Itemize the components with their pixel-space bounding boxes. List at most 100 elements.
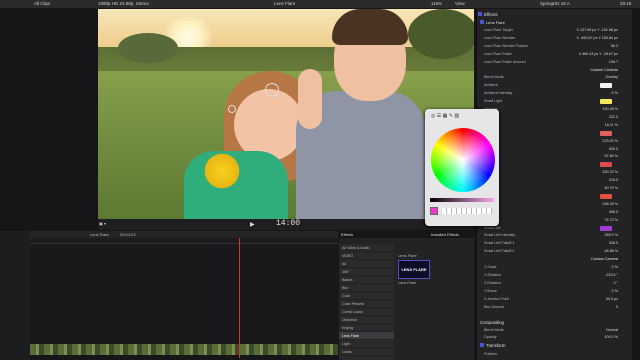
timeline-clip[interactable] [30, 344, 338, 355]
parameter-row[interactable]: Falloff 1216.0 [480, 177, 630, 184]
parameter-value[interactable]: Custom Controls [591, 68, 618, 72]
parameter-value[interactable]: 0 [616, 305, 618, 309]
parameter-row[interactable]: Falloff 216.11 % [480, 122, 630, 129]
playhead[interactable] [239, 238, 240, 358]
parameter-row[interactable]: Y.Shear 0 % [480, 288, 630, 295]
parameter-row[interactable]: Small Left Intensity 289.0 % [480, 232, 630, 239]
parameter-value[interactable]: X -490.67 px Y 183.84 px [577, 36, 618, 40]
parameter-value[interactable]: 300.22 % [602, 170, 618, 174]
parameter-value[interactable]: Overlay [605, 75, 618, 79]
effect-thumbnail[interactable]: LENS FLARE [398, 260, 430, 279]
category-item[interactable]: Looks [339, 348, 394, 356]
parameter-value[interactable]: 56.3 [611, 44, 618, 48]
category-item[interactable]: Keying [339, 324, 394, 332]
category-item[interactable]: 360° [339, 268, 394, 276]
parameter-row[interactable]: Custom Camera [480, 256, 630, 263]
timeline-tracks[interactable] [30, 244, 338, 344]
current-color-swatch[interactable] [430, 207, 438, 215]
installed-effects-menu[interactable]: Installed Effects [431, 232, 459, 237]
parameter-value[interactable]: 496.0 [609, 210, 618, 214]
parameter-row[interactable]: Blur Amount 0 [480, 304, 630, 311]
parameter-row[interactable]: X.Rotation -133.0 ° [480, 272, 630, 279]
parameter-row[interactable]: Small Left Falloff 2 48.88 % [480, 248, 630, 255]
parameter-value[interactable]: 0 % [612, 91, 618, 95]
parameter-value[interactable]: 0 ° [613, 281, 618, 285]
parameter-row[interactable]: Falloff 257.89 % [480, 153, 630, 160]
parameter-row[interactable]: Lens Flare Target X 137.08 px Y -151.58 p… [480, 27, 630, 34]
parameter-row[interactable]: Lens Flare Fader X 460.43 px Y -28.67 px [480, 51, 630, 58]
parameter-row[interactable]: Falloff 260.79 % [480, 185, 630, 192]
parameter-value[interactable]: 630.0 [609, 147, 618, 151]
compositing-section[interactable]: Compositing [480, 320, 504, 325]
category-item-selected[interactable]: Lens Flare [339, 332, 394, 340]
parameter-row[interactable]: Z.Rotation 0 ° [480, 280, 630, 287]
parameter-value[interactable]: 57.89 % [604, 154, 618, 158]
parameter-value[interactable]: 328.0 [609, 241, 618, 245]
parameter-value[interactable]: 223.03 % [602, 139, 618, 143]
parameter-row[interactable]: Small Left Falloff 1 328.0 [480, 240, 630, 247]
parameter-value[interactable]: X 137.08 px Y -151.58 px [577, 28, 618, 32]
parameter-row[interactable]: Falloff221.0 [480, 114, 630, 121]
parameter-value[interactable]: X 460.43 px Y -28.67 px [579, 52, 618, 56]
category-item[interactable]: Color Presets [339, 300, 394, 308]
video-viewer[interactable] [98, 9, 474, 219]
image-icon[interactable]: ▨ [454, 113, 459, 119]
color-swatch[interactable] [600, 225, 612, 231]
category-item[interactable]: Light [339, 340, 394, 348]
blend-mode-row[interactable]: Blend Mode Normal [480, 327, 630, 334]
view-menu[interactable]: View [455, 1, 465, 6]
parameter-row[interactable]: Small Left [480, 225, 630, 232]
parameter-row[interactable]: Falloff 274.72 % [480, 217, 630, 224]
pencils-icon[interactable]: ✎ [449, 113, 453, 119]
color-swatch[interactable] [600, 162, 612, 168]
parameter-row[interactable]: X.Anchor Point 50.0 px [480, 296, 630, 303]
parameter-value[interactable]: 100.28 % [602, 107, 618, 111]
parameter-row[interactable]: Custom Controls [480, 67, 630, 74]
opacity-value[interactable]: 100.0 % [604, 335, 618, 339]
play-icon[interactable]: ▶ [250, 221, 255, 228]
color-swatch[interactable] [600, 193, 612, 199]
category-item[interactable]: VIDEO [339, 252, 394, 260]
parameter-row[interactable]: Small Light [480, 98, 630, 105]
parameter-row[interactable]: Intensity246.28 % [480, 201, 630, 208]
saved-swatches[interactable] [442, 208, 492, 214]
parameter-row[interactable]: Intensity100.28 % [480, 106, 630, 113]
color-wheel[interactable] [431, 128, 495, 192]
parameter-row[interactable]: Intensity300.22 % [480, 169, 630, 176]
parameter-value[interactable]: Custom Camera [591, 257, 618, 261]
parameter-row[interactable]: Falloff 1496.0 [480, 209, 630, 216]
category-item[interactable]: All Video & Audio [339, 244, 394, 252]
position-row[interactable]: Position [480, 351, 630, 358]
parameter-row[interactable]: Intensity223.03 % [480, 138, 630, 145]
parameter-value[interactable]: 16.11 % [605, 123, 618, 127]
effect-enable-icon[interactable] [480, 20, 484, 24]
parameter-value[interactable]: 106.7 [609, 60, 618, 64]
color-swatch[interactable] [600, 130, 612, 136]
parameter-value[interactable]: 221.0 [609, 115, 618, 119]
category-item[interactable]: Distortion [339, 316, 394, 324]
opacity-row[interactable]: Opacity 100.0 % [480, 334, 630, 341]
parameter-value[interactable]: 48.88 % [604, 249, 618, 253]
parameter-row[interactable]: Lens Flare Blender X -490.67 px Y 183.84 … [480, 35, 630, 42]
parameter-row[interactable]: Z.Scale 0 % [480, 264, 630, 271]
color-wheel-icon[interactable]: ◎ [431, 113, 435, 119]
parameter-row[interactable]: Ambient [480, 82, 630, 89]
parameter-row[interactable]: Ambient Intensity 0 % [480, 90, 630, 97]
color-swatch[interactable] [600, 83, 612, 89]
flare-blender-handle[interactable] [228, 105, 236, 113]
parameter-value[interactable]: 216.0 [609, 178, 618, 182]
category-item[interactable]: Comic Looks [339, 308, 394, 316]
parameter-row[interactable]: Lens Flare Blender Radius 56.3 [480, 43, 630, 50]
color-swatch[interactable] [600, 99, 612, 105]
category-item[interactable]: All [339, 260, 394, 268]
all-clips-menu[interactable]: All Clips [34, 1, 50, 6]
brightness-slider[interactable] [430, 198, 494, 202]
transform-enable-icon[interactable] [480, 343, 484, 347]
parameter-row[interactable]: Lens Flare Fader Amount 106.7 [480, 59, 630, 66]
transform-tool-icon[interactable]: ▣ ▾ [99, 221, 106, 226]
parameter-value[interactable]: 74.72 % [604, 218, 618, 222]
parameter-value[interactable]: 246.28 % [602, 202, 618, 206]
effects-checkbox-icon[interactable] [478, 12, 482, 16]
parameter-value[interactable]: 60.79 % [604, 186, 618, 190]
category-item[interactable]: Basics [339, 276, 394, 284]
